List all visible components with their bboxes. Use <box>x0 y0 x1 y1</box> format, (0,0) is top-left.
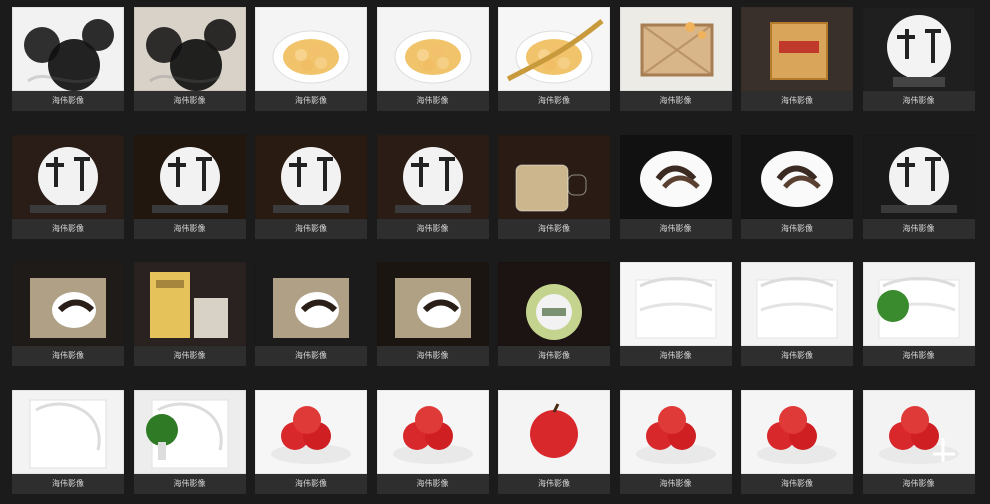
gallery-card[interactable]: 海伟影像 <box>133 389 246 494</box>
gallery-card[interactable]: 海伟影像 <box>741 262 853 366</box>
tea-tin-photo <box>498 262 610 346</box>
gallery-caption: 海伟影像 <box>255 346 367 366</box>
gallery-card[interactable]: 海伟影像 <box>376 389 489 494</box>
white-shelf-photo <box>619 262 732 346</box>
gallery-card[interactable]: 海伟影像 <box>619 134 732 239</box>
gallery-card[interactable]: 海伟影像 <box>498 7 610 111</box>
dessert-plate-photo <box>376 7 489 91</box>
gallery-card[interactable]: 海伟影像 <box>741 134 853 239</box>
gallery-caption: 海伟影像 <box>376 346 489 366</box>
tea-leaves-plate-2-photo <box>741 134 853 219</box>
gallery-caption: 海伟影像 <box>619 473 732 494</box>
single-apple-photo <box>498 389 610 474</box>
gallery-caption: 海伟影像 <box>619 91 732 111</box>
gallery-card[interactable]: 海伟影像 <box>862 7 975 111</box>
gallery-card[interactable]: 海伟影像 <box>255 262 367 366</box>
spoon-dessert-photo <box>498 7 610 91</box>
gallery-caption: 海伟影像 <box>376 473 489 494</box>
apples-with-bicycle-photo <box>862 389 975 474</box>
apples-in-bowl-photo <box>255 389 367 474</box>
dessert-bowl-photo <box>255 7 367 91</box>
tea-brick-closeup-photo <box>376 262 489 346</box>
gallery-card[interactable]: 海伟影像 <box>12 262 124 366</box>
tea-leaves-plate-photo <box>619 134 732 219</box>
gallery-card[interactable]: 海伟影像 <box>619 262 732 366</box>
gallery-card[interactable]: 海伟影像 <box>376 134 489 239</box>
gallery-caption: 海伟影像 <box>498 91 610 111</box>
gallery-caption: 海伟影像 <box>862 346 975 366</box>
tea-cake-on-stand-photo <box>862 7 975 91</box>
tea-cake-and-cup-photo <box>862 134 975 219</box>
glass-tea-cup-photo <box>498 134 610 219</box>
gallery-card[interactable]: 海伟影像 <box>862 389 975 494</box>
gallery-caption: 海伟影像 <box>619 218 732 239</box>
gallery-card[interactable]: 海伟影像 <box>498 262 610 366</box>
tea-cake-and-cup-2-photo <box>12 262 124 346</box>
gallery-card[interactable]: 海伟影像 <box>376 262 489 366</box>
gallery-caption: 海伟影像 <box>12 346 124 366</box>
tea-cake-photo <box>133 134 246 219</box>
gallery-caption: 海伟影像 <box>862 473 975 494</box>
gallery-card[interactable]: 海伟影像 <box>619 7 732 111</box>
gallery-card[interactable]: 海伟影像 <box>133 262 246 366</box>
gallery-caption: 海伟影像 <box>133 91 246 111</box>
gallery-card[interactable]: 海伟影像 <box>741 389 853 494</box>
gallery-card[interactable]: 海伟影像 <box>12 389 124 494</box>
gallery-caption: 海伟影像 <box>741 218 853 239</box>
gallery-card[interactable]: 海伟影像 <box>376 7 489 111</box>
gallery-caption: 海伟影像 <box>376 218 489 239</box>
gallery-card[interactable]: 海伟影像 <box>255 389 367 494</box>
gallery-caption: 海伟影像 <box>498 218 610 239</box>
gallery-caption: 海伟影像 <box>255 91 367 111</box>
unwrapped-tea-cake-photo <box>376 134 489 219</box>
apples-stack-photo <box>376 389 489 474</box>
gallery-card[interactable]: 海伟影像 <box>133 134 246 239</box>
gallery-caption: 海伟影像 <box>12 218 124 239</box>
gallery-caption: 海伟影像 <box>498 346 610 366</box>
photo-grid: 海伟影像 海伟影像 海伟影像 海伟影像 海伟影像 海伟影像 海伟影像 海伟影像 … <box>0 0 990 504</box>
gallery-card[interactable]: 海伟影像 <box>862 262 975 366</box>
gallery-caption: 海伟影像 <box>741 346 853 366</box>
gallery-caption: 海伟影像 <box>255 473 367 494</box>
gallery-card[interactable]: 海伟影像 <box>255 134 367 239</box>
gallery-caption: 海伟影像 <box>862 218 975 239</box>
tea-box-photo <box>741 7 853 91</box>
carved-screen-photo <box>12 389 124 474</box>
white-shelf-2-photo <box>741 262 853 346</box>
carved-screen-with-plant-photo <box>133 389 246 474</box>
black-fungus-closeup-photo <box>133 7 246 91</box>
gallery-caption: 海伟影像 <box>12 473 124 494</box>
gallery-caption: 海伟影像 <box>376 91 489 111</box>
apple-pyramid-2-photo <box>741 389 853 474</box>
gallery-card[interactable]: 海伟影像 <box>498 134 610 239</box>
gallery-card[interactable]: 海伟影像 <box>498 389 610 494</box>
tea-boxes-photo <box>133 262 246 346</box>
tea-cake-and-package-photo <box>12 134 124 219</box>
bamboo-tray-photo <box>619 7 732 91</box>
gallery-caption: 海伟影像 <box>133 346 246 366</box>
gallery-caption: 海伟影像 <box>133 218 246 239</box>
gallery-caption: 海伟影像 <box>741 473 853 494</box>
gallery-card[interactable]: 海伟影像 <box>862 134 975 239</box>
gallery-card[interactable]: 海伟影像 <box>133 7 246 111</box>
gallery-card[interactable]: 海伟影像 <box>255 7 367 111</box>
gallery-card[interactable]: 海伟影像 <box>12 134 124 239</box>
tea-cake-with-box-photo <box>255 134 367 219</box>
gallery-card[interactable]: 海伟影像 <box>12 7 124 111</box>
gallery-card[interactable]: 海伟影像 <box>619 389 732 494</box>
gallery-caption: 海伟影像 <box>255 218 367 239</box>
black-fungus-photo <box>12 7 124 91</box>
tea-brick-photo <box>255 262 367 346</box>
gallery-caption: 海伟影像 <box>12 91 124 111</box>
gallery-caption: 海伟影像 <box>133 473 246 494</box>
gallery-caption: 海伟影像 <box>498 473 610 494</box>
gallery-caption: 海伟影像 <box>862 91 975 111</box>
gallery-card[interactable]: 海伟影像 <box>741 7 853 111</box>
shelf-with-plant-photo <box>862 262 975 346</box>
gallery-caption: 海伟影像 <box>741 91 853 111</box>
gallery-caption: 海伟影像 <box>619 346 732 366</box>
apple-pyramid-photo <box>619 389 732 474</box>
